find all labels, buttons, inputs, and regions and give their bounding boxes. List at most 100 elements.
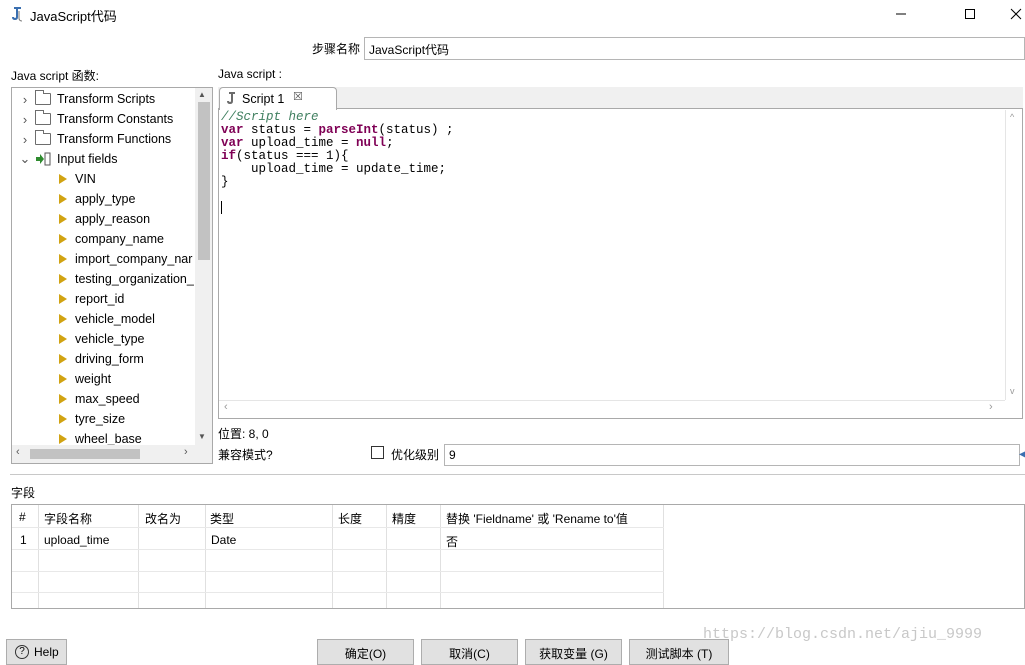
tab-close-icon[interactable]: ☒ xyxy=(293,90,303,103)
fields-section-label: 字段 xyxy=(11,486,36,500)
tree-item[interactable]: ⌄ Input fields xyxy=(18,149,118,169)
folder-icon xyxy=(35,110,51,125)
maximize-button[interactable] xyxy=(947,0,993,28)
tree-item[interactable]: vehicle_model xyxy=(59,309,155,329)
close-icon xyxy=(1010,8,1022,20)
close-button[interactable] xyxy=(993,0,1025,28)
minimize-button[interactable] xyxy=(878,0,924,28)
tree-item[interactable]: company_name xyxy=(59,229,164,249)
field-icon xyxy=(59,254,67,264)
compat-mode-checkbox[interactable] xyxy=(371,446,384,459)
tree-item-label: Input fields xyxy=(57,152,118,166)
tree-item-label: report_id xyxy=(75,292,125,306)
code-token: ; xyxy=(386,136,394,150)
tree-item[interactable]: import_company_nar xyxy=(59,249,192,269)
tree-scroll-thumb[interactable] xyxy=(198,102,210,260)
tree-item[interactable]: VIN xyxy=(59,169,96,189)
help-button-label: Help xyxy=(34,645,59,659)
tree-item[interactable]: tyre_size xyxy=(59,409,125,429)
tree-item-label: Transform Scripts xyxy=(57,92,156,106)
code-token: (status) ; xyxy=(378,123,454,137)
tree-item-label: vehicle_type xyxy=(75,332,145,346)
scroll-up-icon[interactable]: ^ xyxy=(1010,112,1014,122)
field-icon xyxy=(59,394,67,404)
cancel-button[interactable]: 取消(C) xyxy=(421,639,518,665)
column-header-length[interactable]: 长度 xyxy=(338,510,362,527)
column-header-fieldname[interactable]: 字段名称 xyxy=(44,510,92,527)
field-icon xyxy=(59,334,67,344)
get-variables-button[interactable]: 获取变量 (G) xyxy=(525,639,622,665)
tree-item-label: vehicle_model xyxy=(75,312,155,326)
ok-button[interactable]: 确定(O) xyxy=(317,639,414,665)
tree-item[interactable]: max_speed xyxy=(59,389,140,409)
field-icon xyxy=(59,274,67,284)
scroll-left-icon[interactable]: ‹ xyxy=(16,446,20,458)
code-token: var xyxy=(221,123,244,137)
tree-item-label: tyre_size xyxy=(75,412,126,426)
tree-item[interactable]: apply_reason xyxy=(59,209,150,229)
table-cell-fieldname[interactable]: upload_time xyxy=(44,533,109,547)
scroll-up-icon[interactable]: ▲ xyxy=(198,90,206,99)
table-cell-type[interactable]: Date xyxy=(211,533,236,547)
column-header-rename[interactable]: 改名为 xyxy=(145,510,181,527)
scroll-left-icon[interactable]: ‹ xyxy=(224,401,228,413)
editor-horizontal-scrollbar[interactable]: ‹ › xyxy=(219,400,1005,417)
chevron-right-icon[interactable]: › xyxy=(18,92,32,107)
tree-item[interactable]: apply_type xyxy=(59,189,135,209)
functions-tree[interactable]: › Transform Scripts › Transform Constants › T… xyxy=(11,87,213,464)
tree-item[interactable]: › Transform Functions xyxy=(18,129,171,149)
script-panel-label: Java script : xyxy=(218,67,283,81)
code-token: } xyxy=(221,175,229,189)
editor-vertical-scrollbar[interactable]: ^ v xyxy=(1005,110,1022,400)
field-icon xyxy=(59,434,67,444)
tree-item-label: max_speed xyxy=(75,392,140,406)
optimization-level-label: 优化级别 xyxy=(391,448,440,462)
input-fields-icon xyxy=(35,152,51,166)
tree-item[interactable]: testing_organization_ xyxy=(59,269,194,289)
help-button[interactable]: ? Help xyxy=(6,639,67,665)
chevron-right-icon[interactable]: › xyxy=(18,112,32,127)
scroll-down-icon[interactable]: v xyxy=(1010,386,1015,396)
column-header-replace[interactable]: 替换 'Fieldname' 或 'Rename to'值 xyxy=(446,510,628,527)
tree-item[interactable]: weight xyxy=(59,369,111,389)
section-separator xyxy=(10,474,1025,476)
column-header-index[interactable]: # xyxy=(19,510,26,524)
tab-script-1[interactable]: Script 1 ☒ xyxy=(219,87,337,110)
help-icon: ? xyxy=(15,645,29,659)
field-icon xyxy=(59,294,67,304)
scroll-right-icon[interactable]: › xyxy=(184,446,188,458)
field-icon xyxy=(59,374,67,384)
field-icon xyxy=(59,354,67,364)
fields-table[interactable]: # 字段名称 改名为 类型 长度 精度 替换 'Fieldname' 或 'Re… xyxy=(11,504,1025,609)
code-token: parseInt xyxy=(318,123,379,137)
tree-item[interactable]: › Transform Constants xyxy=(18,109,173,129)
column-header-type[interactable]: 类型 xyxy=(210,510,234,527)
chevron-right-icon[interactable]: › xyxy=(18,132,32,147)
scroll-right-icon[interactable]: › xyxy=(989,401,993,413)
chevron-down-icon[interactable]: ⌄ xyxy=(18,151,32,167)
tree-item-label: apply_reason xyxy=(75,212,151,226)
code-token: upload_time = update_time; xyxy=(221,162,447,176)
tree-item-label: weight xyxy=(75,372,112,386)
tree-item[interactable]: report_id xyxy=(59,289,124,309)
compat-mode-label: 兼容模式? xyxy=(218,448,273,462)
script-code-area[interactable]: //Script here var status = parseInt(statu… xyxy=(221,111,1003,401)
scroll-down-icon[interactable]: ▼ xyxy=(198,432,206,441)
tree-item[interactable]: driving_form xyxy=(59,349,144,369)
tree-item[interactable]: vehicle_type xyxy=(59,329,145,349)
tree-hscroll-thumb[interactable] xyxy=(30,449,140,459)
code-token: status = xyxy=(243,123,319,137)
column-header-precision[interactable]: 精度 xyxy=(392,510,416,527)
field-icon xyxy=(59,174,67,184)
tree-item-label: Transform Functions xyxy=(57,132,172,146)
optimization-level-input[interactable]: 9 xyxy=(444,444,1020,466)
script-tab-strip xyxy=(218,87,1023,109)
table-cell-replace[interactable]: 否 xyxy=(446,533,458,550)
step-name-input[interactable]: JavaScript代码 xyxy=(364,37,1025,60)
window-title: JavaScript代码 xyxy=(30,9,117,24)
tree-item[interactable]: › Transform Scripts xyxy=(18,89,155,109)
variable-indicator-icon: ◀ xyxy=(1019,449,1025,460)
tab-label: Script 1 xyxy=(242,92,285,106)
tree-item-label: driving_form xyxy=(75,352,144,366)
